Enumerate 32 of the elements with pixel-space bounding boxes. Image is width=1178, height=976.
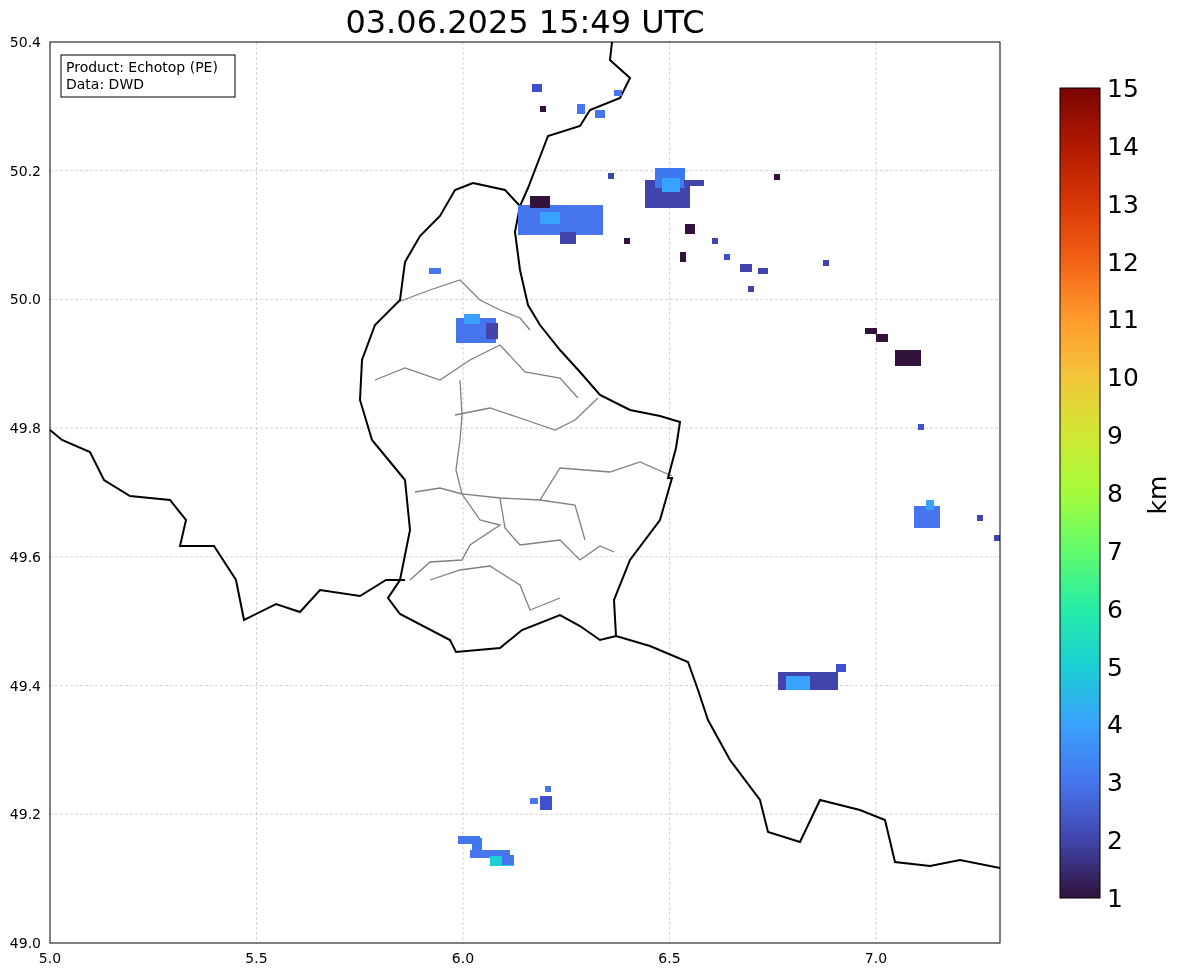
colorbar-tick-label: 3	[1107, 768, 1123, 798]
y-tick-label: 49.8	[9, 420, 41, 437]
colorbar-tick-label: 12	[1107, 247, 1139, 277]
x-tick-label: 7.0	[864, 950, 888, 966]
colorbar-tick-label: 14	[1107, 131, 1139, 161]
colorbar-tick-label: 11	[1107, 305, 1139, 335]
colorbar-tick-label: 5	[1107, 652, 1123, 682]
x-tick-label: 5.5	[245, 950, 268, 966]
y-tick-label: 49.2	[9, 806, 41, 823]
x-tick-label: 6.5	[658, 950, 681, 966]
colorbar-tick-label: 7	[1107, 536, 1123, 566]
y-tick-label: 49.0	[9, 935, 41, 951]
colorbar-tick-label: 1	[1107, 884, 1123, 913]
colorbar-tick-label: 15	[1107, 74, 1139, 103]
legend-text: Product: Echotop (PE)	[66, 59, 218, 75]
y-tick-label: 50.2	[9, 162, 41, 179]
colorbar-tick-label: 13	[1107, 189, 1139, 219]
y-tick-label: 50.0	[9, 291, 41, 308]
x-tick-label: 5.0	[38, 950, 62, 966]
y-tick-label: 50.4	[9, 34, 41, 50]
colorbar-tick-label: 6	[1107, 594, 1123, 624]
colorbar-tick-label: 4	[1107, 710, 1123, 740]
colorbar-tick-label: 9	[1107, 421, 1123, 451]
x-tick-label: 6.0	[451, 950, 475, 966]
y-tick-label: 49.6	[9, 548, 41, 565]
colorbar-tick-label: 8	[1107, 479, 1123, 508]
colorbar-tick-label: 2	[1107, 826, 1123, 856]
colorbar-label: km	[1143, 475, 1172, 515]
colorbar-tick-label: 10	[1107, 363, 1139, 393]
chart-title: 03.06.2025 15:49 UTC	[345, 3, 705, 41]
y-tick-label: 49.4	[9, 677, 41, 694]
legend-text: Data: DWD	[66, 76, 144, 92]
